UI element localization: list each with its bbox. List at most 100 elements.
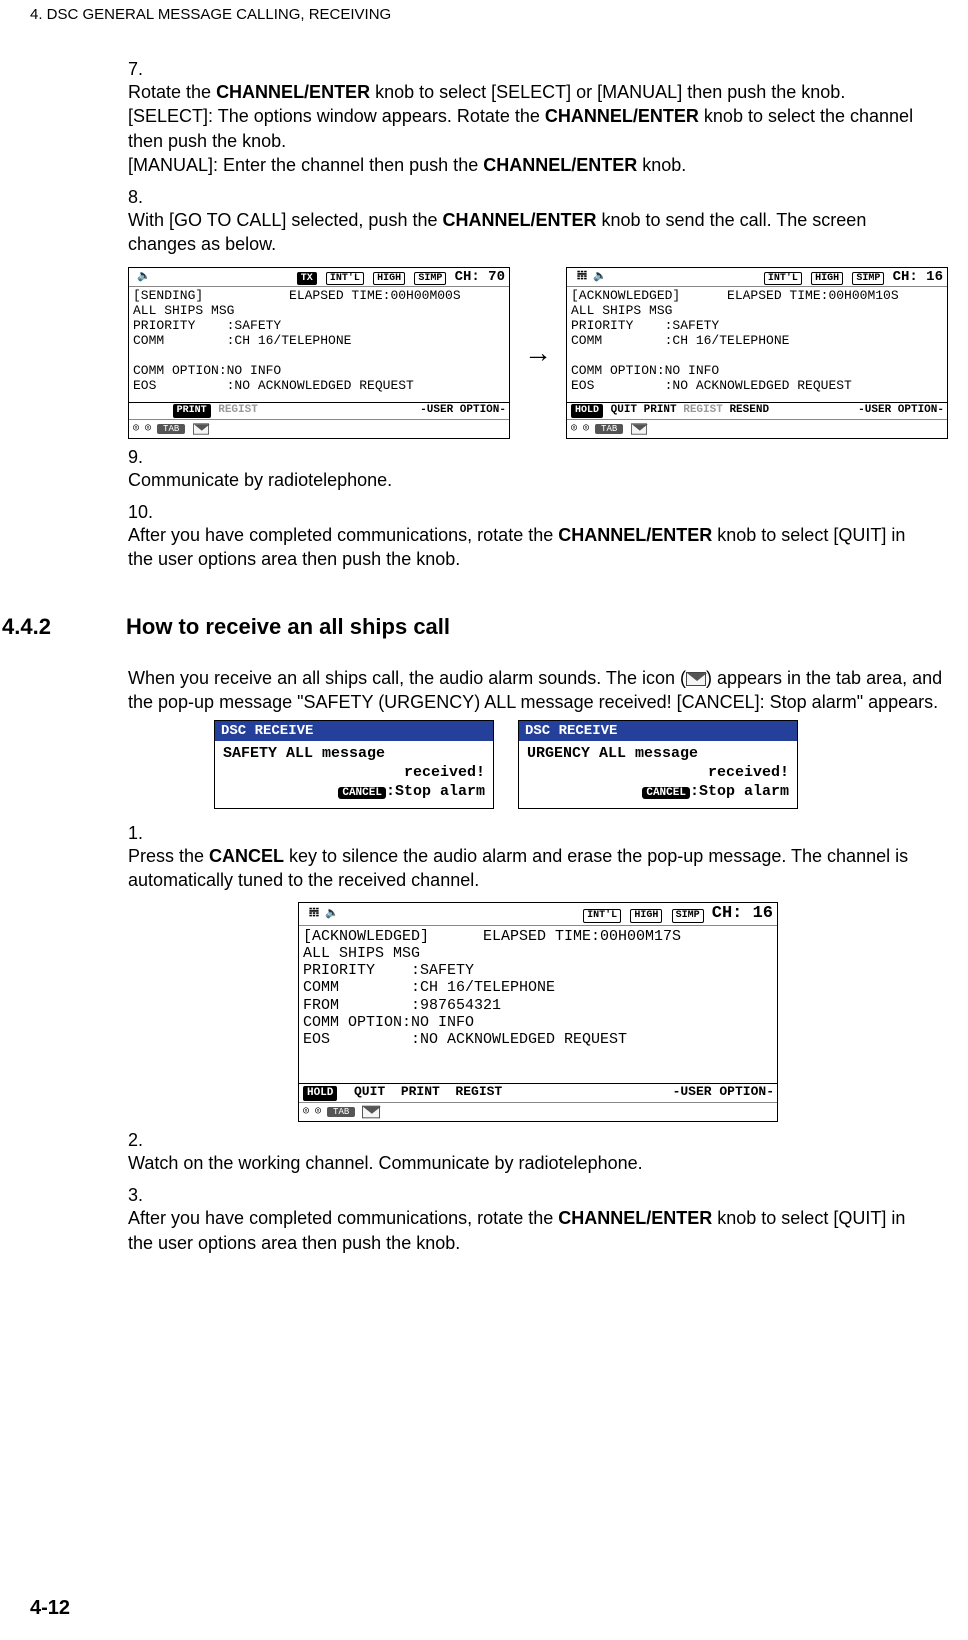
tab-pill: TAB bbox=[327, 1107, 355, 1117]
text: [SELECT]: The options window appears. Ro… bbox=[128, 106, 545, 126]
screen-acknowledged-1: 𝍄🔈 INT'L HIGH SIMP CH: 16 [ACKNOWLEDGED]… bbox=[566, 267, 948, 439]
knob-icon: ◎ ◎ bbox=[303, 1106, 321, 1118]
intl-pill: INT'L bbox=[326, 272, 364, 286]
popup-urgency: DSC RECEIVE URGENCY ALL message received… bbox=[518, 720, 798, 808]
high-pill: HIGH bbox=[811, 272, 843, 286]
mail-tab-icon bbox=[362, 1106, 380, 1119]
popup-header: DSC RECEIVE bbox=[215, 721, 493, 741]
text: [MANUAL]: Enter the channel then push th… bbox=[128, 155, 483, 175]
speaker-icon: 🔈 bbox=[325, 908, 339, 920]
step-b3-body: After you have completed communications,… bbox=[128, 1206, 918, 1255]
knob-label: CHANNEL/ENTER bbox=[216, 82, 370, 102]
cancel-pill: CANCEL bbox=[642, 787, 690, 799]
simp-pill: SIMP bbox=[672, 909, 704, 923]
line: PRIORITY :SAFETY bbox=[303, 962, 773, 979]
mail-icon bbox=[686, 672, 706, 686]
line: [ACKNOWLEDGED] ELAPSED TIME:00H00M10S bbox=[571, 289, 943, 304]
line: ALL SHIPS MSG bbox=[133, 304, 505, 319]
step-b1-body: Press the CANCEL key to silence the audi… bbox=[128, 844, 918, 893]
line: PRIORITY :SAFETY bbox=[571, 319, 943, 334]
speaker-icon: 🔈 bbox=[133, 271, 155, 284]
step-b2-body: Watch on the working channel. Communicat… bbox=[128, 1151, 918, 1175]
line: EOS :NO ACKNOWLEDGED REQUEST bbox=[303, 1031, 773, 1048]
channel-label: CH: 70 bbox=[455, 269, 505, 285]
simp-pill: SIMP bbox=[852, 272, 884, 286]
arrow-right-icon: → bbox=[524, 337, 552, 369]
tab-pill: TAB bbox=[157, 424, 185, 434]
step-7-body: Rotate the CHANNEL/ENTER knob to select … bbox=[128, 80, 918, 177]
line: EOS :NO ACKNOWLEDGED REQUEST bbox=[571, 379, 943, 394]
knob-icon: ◎ ◎ bbox=[571, 423, 589, 435]
text: :Stop alarm bbox=[386, 783, 485, 800]
popup-line: URGENCY ALL message bbox=[527, 745, 789, 764]
simp-pill: SIMP bbox=[414, 272, 446, 286]
step-b1-num: 1. bbox=[128, 823, 156, 844]
footer-right: -USER OPTION- bbox=[673, 1085, 774, 1101]
footer-left: HOLD QUIT PRINT REGIST RESEND bbox=[570, 404, 769, 418]
line: COMM OPTION:NO INFO bbox=[303, 1014, 773, 1031]
line: PRIORITY :SAFETY bbox=[133, 319, 505, 334]
step-10-body: After you have completed communications,… bbox=[128, 523, 918, 572]
knob-label: CHANNEL/ENTER bbox=[442, 210, 596, 230]
footer-left: PRINT REGIST bbox=[132, 404, 258, 418]
text: knob to select [SELECT] or [MANUAL] then… bbox=[370, 82, 845, 102]
screens-row: 🔈 TX INT'L HIGH SIMP CH: 70 [SENDING] EL… bbox=[128, 267, 948, 439]
text: knob. bbox=[637, 155, 686, 175]
knob-label: CHANNEL/ENTER bbox=[483, 155, 637, 175]
screen-sending: 🔈 TX INT'L HIGH SIMP CH: 70 [SENDING] EL… bbox=[128, 267, 510, 439]
knob-label: CHANNEL/ENTER bbox=[545, 106, 699, 126]
mail-tab-icon bbox=[193, 423, 209, 434]
intl-pill: INT'L bbox=[583, 909, 621, 923]
section-title: How to receive an all ships call bbox=[126, 614, 450, 640]
screen-acknowledged-2: 𝍄🔈 INT'L HIGH SIMP CH: 16 [ACKNOWLEDGED]… bbox=[298, 902, 778, 1122]
intl-pill: INT'L bbox=[764, 272, 802, 286]
text: After you have completed communications,… bbox=[128, 525, 558, 545]
chapter-header: 4. DSC GENERAL MESSAGE CALLING, RECEIVIN… bbox=[0, 0, 968, 23]
speaker-icon: 🔈 bbox=[593, 271, 607, 283]
knob-icon: ◎ ◎ bbox=[133, 423, 151, 435]
popup-header: DSC RECEIVE bbox=[519, 721, 797, 741]
high-pill: HIGH bbox=[373, 272, 405, 286]
line: COMM :CH 16/TELEPHONE bbox=[571, 334, 943, 349]
section-heading: 4.4.2How to receive an all ships call bbox=[128, 614, 948, 640]
mail-tab-icon bbox=[631, 423, 647, 434]
footer-right: -USER OPTION- bbox=[858, 404, 944, 418]
popup-line: CANCEL:Stop alarm bbox=[527, 783, 789, 802]
cancel-key-label: CANCEL bbox=[209, 846, 284, 866]
intro-paragraph: When you receive an all ships call, the … bbox=[128, 666, 948, 715]
line: COMM OPTION:NO INFO bbox=[133, 364, 505, 379]
step-9-body: Communicate by radiotelephone. bbox=[128, 468, 918, 492]
footer-right: -USER OPTION- bbox=[420, 404, 506, 418]
step-8-body: With [GO TO CALL] selected, push the CHA… bbox=[128, 208, 918, 257]
line: FROM :987654321 bbox=[303, 997, 773, 1014]
text: :Stop alarm bbox=[690, 783, 789, 800]
text: After you have completed communications,… bbox=[128, 1208, 558, 1228]
popup-line: CANCEL:Stop alarm bbox=[223, 783, 485, 802]
knob-label: CHANNEL/ENTER bbox=[558, 525, 712, 545]
high-pill: HIGH bbox=[630, 909, 662, 923]
page-number: 4-12 bbox=[30, 1597, 70, 1620]
footer-left: HOLD QUIT PRINT REGIST bbox=[302, 1085, 502, 1101]
step-10-num: 10. bbox=[128, 502, 156, 523]
step-b3-num: 3. bbox=[128, 1185, 156, 1206]
text: Rotate the bbox=[128, 82, 216, 102]
text: When you receive an all ships call, the … bbox=[128, 668, 686, 688]
line: COMM OPTION:NO INFO bbox=[571, 364, 943, 379]
line: COMM :CH 16/TELEPHONE bbox=[133, 334, 505, 349]
step-b2-num: 2. bbox=[128, 1130, 156, 1151]
text: With [GO TO CALL] selected, push the bbox=[128, 210, 442, 230]
channel-label: CH: 16 bbox=[893, 269, 943, 285]
line: [ACKNOWLEDGED] ELAPSED TIME:00H00M17S bbox=[303, 928, 773, 945]
line: EOS :NO ACKNOWLEDGED REQUEST bbox=[133, 379, 505, 394]
popup-line: received! bbox=[223, 764, 485, 783]
knob-label: CHANNEL/ENTER bbox=[558, 1208, 712, 1228]
antenna-icon: 𝍄 bbox=[571, 270, 593, 284]
tx-pill: TX bbox=[297, 272, 317, 286]
tab-pill: TAB bbox=[595, 424, 623, 434]
section-number: 4.4.2 bbox=[0, 614, 126, 640]
line: ALL SHIPS MSG bbox=[571, 304, 943, 319]
line: [SENDING] ELAPSED TIME:00H00M00S bbox=[133, 289, 505, 304]
popup-row: DSC RECEIVE SAFETY ALL message received!… bbox=[214, 720, 948, 808]
antenna-icon: 𝍄 bbox=[303, 907, 325, 921]
popup-line: SAFETY ALL message bbox=[223, 745, 485, 764]
